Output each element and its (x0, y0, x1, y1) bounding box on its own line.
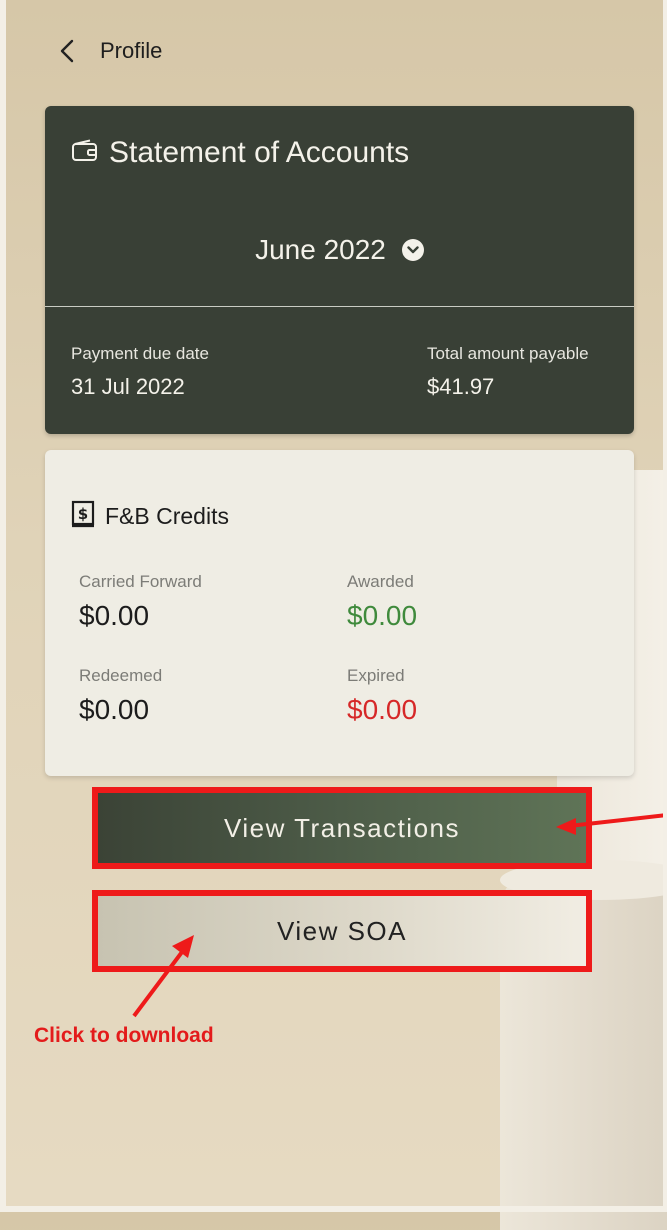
month-selector[interactable]: June 2022 (45, 234, 634, 266)
total-payable: Total amount payable $41.97 (427, 344, 589, 400)
credit-redeemed: Redeemed $0.00 (79, 666, 162, 726)
highlight-box: View Transactions (92, 787, 592, 869)
payment-due: Payment due date 31 Jul 2022 (71, 344, 209, 400)
view-transactions-button[interactable]: View Transactions (98, 793, 586, 863)
svg-text:$: $ (78, 505, 88, 523)
credits-card: $ F&B Credits Carried Forward $0.00 Awar… (45, 450, 634, 776)
page-title[interactable]: Profile (100, 38, 162, 64)
highlight-box: View SOA (92, 890, 592, 972)
view-soa-button[interactable]: View SOA (98, 896, 586, 966)
total-payable-label: Total amount payable (427, 344, 589, 363)
credit-carried-forward: Carried Forward $0.00 (79, 572, 202, 632)
credit-awarded: Awarded $0.00 (347, 572, 417, 632)
credit-value: $0.00 (347, 694, 418, 725)
payment-due-label: Payment due date (71, 344, 209, 363)
credit-expired: Expired $0.00 (347, 666, 417, 726)
chevron-left-icon[interactable] (60, 34, 78, 68)
month-label: June 2022 (255, 234, 386, 265)
divider (45, 306, 634, 307)
credit-label: Awarded (347, 572, 414, 591)
credit-value: $0.00 (79, 600, 150, 631)
statement-header: Statement of Accounts (71, 136, 409, 170)
credit-label: Redeemed (79, 666, 163, 685)
annotation-label: Click to download (34, 1024, 214, 1047)
credits-header: $ F&B Credits (71, 500, 229, 533)
statement-title: Statement of Accounts (109, 136, 410, 169)
credit-label: Expired (347, 666, 405, 685)
payment-due-value: 31 Jul 2022 (71, 374, 185, 399)
chevron-down-icon[interactable] (401, 239, 424, 261)
credits-title: F&B Credits (105, 503, 229, 529)
wallet-icon (71, 139, 99, 168)
credit-value: $0.00 (347, 600, 418, 631)
credit-label: Carried Forward (79, 572, 202, 591)
statement-card: Statement of Accounts June 2022 Payment … (45, 106, 634, 434)
dollar-receipt-icon: $ (71, 500, 95, 533)
top-bar: Profile (60, 34, 162, 68)
total-payable-value: $41.97 (427, 374, 495, 399)
credit-value: $0.00 (79, 694, 150, 725)
